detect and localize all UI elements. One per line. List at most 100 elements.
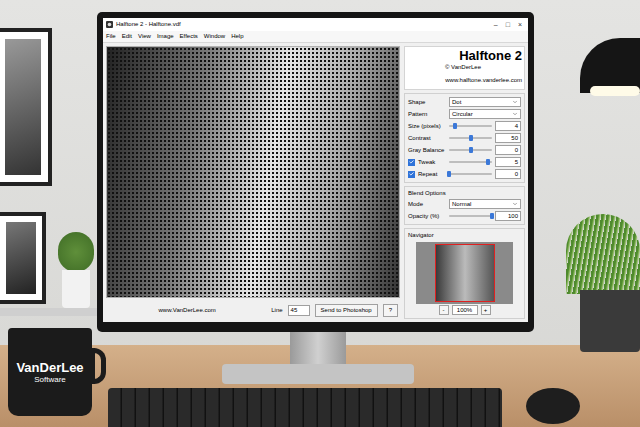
window-control[interactable]: □ bbox=[506, 20, 510, 29]
row-label: Contrast bbox=[408, 134, 446, 143]
row-label: Mode bbox=[408, 200, 446, 209]
slider-thumb[interactable] bbox=[453, 123, 457, 129]
slider-row: Opacity (%) 100 bbox=[408, 210, 521, 222]
panel-copyright: © VanDerLee bbox=[405, 63, 481, 72]
row-label: Shape bbox=[408, 98, 446, 107]
menu-bar: File Edit View Image Effects Window Help bbox=[103, 31, 528, 43]
slider-thumb[interactable] bbox=[469, 147, 473, 153]
lamp bbox=[580, 38, 640, 93]
row-label: Pattern bbox=[408, 110, 446, 119]
app-window: Halftone 2 - Halftone.vdf–□ × File Edit View… bbox=[103, 18, 528, 322]
menu-item[interactable]: Image bbox=[157, 32, 174, 41]
keyboard[interactable] bbox=[108, 388, 502, 427]
group-title: Blend Options bbox=[408, 189, 521, 198]
slider[interactable] bbox=[449, 134, 492, 142]
status-button[interactable]: ? bbox=[383, 304, 398, 317]
navigator-preview bbox=[416, 242, 513, 304]
app-icon bbox=[106, 21, 113, 28]
value-field[interactable]: 0 bbox=[495, 145, 521, 155]
dropdown-value: Dot bbox=[452, 98, 461, 106]
slider[interactable] bbox=[449, 158, 492, 166]
dropdown[interactable]: Dot bbox=[449, 97, 521, 107]
navigator-frame[interactable] bbox=[435, 244, 495, 302]
dropdown-row: Pattern Circular bbox=[408, 108, 521, 120]
window-title: Halftone 2 - Halftone.vdf bbox=[116, 20, 494, 29]
window-control[interactable]: – bbox=[494, 20, 498, 29]
lamp-glow bbox=[590, 86, 640, 96]
dropdown[interactable]: Normal bbox=[449, 199, 521, 209]
row-label: Size (pixels) bbox=[408, 122, 446, 131]
chevron-down-icon bbox=[512, 111, 518, 117]
title-bar: Halftone 2 - Halftone.vdf–□ × bbox=[103, 18, 528, 31]
menu-item[interactable]: Window bbox=[204, 32, 225, 41]
slider-thumb[interactable] bbox=[486, 159, 490, 165]
status-button[interactable]: Send to Photoshop bbox=[315, 304, 378, 317]
mug-subtitle: Software bbox=[34, 375, 66, 385]
blend-group: Blend Options Mode Normal Opacity (%) 100 bbox=[404, 186, 525, 225]
mouse[interactable] bbox=[526, 388, 580, 424]
plant-pot bbox=[580, 290, 640, 352]
menu-item[interactable]: Effects bbox=[180, 32, 198, 41]
panel-title: Halftone 2 bbox=[459, 49, 522, 63]
menu-item[interactable]: View bbox=[138, 32, 151, 41]
mug: VanDerLeeSoftware bbox=[8, 328, 92, 416]
body: www.VanDerLee.comLine45Send to Photoshop… bbox=[103, 43, 528, 322]
chevron-down-icon bbox=[512, 201, 518, 207]
panel-header: Halftone 2© VanDerLee www.halftone.vander… bbox=[404, 46, 525, 90]
zoom-out-button[interactable]: - bbox=[439, 305, 449, 315]
zoom-field[interactable]: 100% bbox=[452, 305, 478, 315]
slider-row: Size (pixels) 4 bbox=[408, 120, 521, 132]
slider[interactable] bbox=[449, 170, 492, 178]
website-link[interactable]: www.VanDerLee.com bbox=[108, 306, 266, 315]
line-label: Line bbox=[271, 306, 282, 315]
row-label: Tweak bbox=[418, 158, 446, 167]
navigator-group: Navigator -100%+ bbox=[404, 228, 525, 319]
menu-item[interactable]: File bbox=[106, 32, 116, 41]
chevron-down-icon bbox=[512, 99, 518, 105]
small-plant bbox=[58, 232, 94, 272]
mug-handle bbox=[90, 348, 106, 384]
value-field[interactable]: 5 bbox=[495, 157, 521, 167]
slider-thumb[interactable] bbox=[490, 213, 494, 219]
panel-url: www.halftone.vanderlee.com bbox=[445, 76, 522, 85]
value-field[interactable]: 50 bbox=[495, 133, 521, 143]
value-field[interactable]: 0 bbox=[495, 169, 521, 179]
group-title: Navigator bbox=[408, 231, 521, 240]
slider-row: Repeat0 bbox=[408, 168, 521, 180]
dropdown[interactable]: Circular bbox=[449, 109, 521, 119]
wall-frame bbox=[0, 212, 46, 304]
dropdown-row: Shape Dot bbox=[408, 96, 521, 108]
dropdown-value: Normal bbox=[452, 200, 471, 208]
small-pot bbox=[62, 270, 90, 308]
menu-item[interactable]: Help bbox=[231, 32, 243, 41]
zoom-in-button[interactable]: + bbox=[481, 305, 491, 315]
slider[interactable] bbox=[449, 122, 492, 130]
mug-brand: VanDerLee bbox=[16, 360, 83, 375]
menu-item[interactable]: Edit bbox=[122, 32, 132, 41]
slider-thumb[interactable] bbox=[447, 171, 451, 177]
slider[interactable] bbox=[449, 146, 492, 154]
row-label: Gray Balance bbox=[408, 146, 446, 155]
window-control[interactable]: × bbox=[518, 20, 522, 29]
canvas-column: www.VanDerLee.com Line 45 Send to Photoshop… bbox=[106, 46, 400, 319]
monitor-base bbox=[222, 364, 414, 384]
dropdown-row: Mode Normal bbox=[408, 198, 521, 210]
slider-thumb[interactable] bbox=[469, 135, 473, 141]
slider-track bbox=[449, 215, 492, 217]
checkbox[interactable] bbox=[408, 171, 415, 178]
window-controls: –□ × bbox=[494, 20, 525, 29]
line-field[interactable]: 45 bbox=[288, 305, 310, 316]
row-label: Opacity (%) bbox=[408, 212, 446, 221]
value-field[interactable]: 4 bbox=[495, 121, 521, 131]
slider-track bbox=[449, 173, 492, 175]
checkbox[interactable] bbox=[408, 159, 415, 166]
dropdown-value: Circular bbox=[452, 110, 473, 118]
zoom-bar: -100%+ bbox=[408, 304, 521, 316]
slider[interactable] bbox=[449, 212, 492, 220]
check-icon bbox=[409, 159, 414, 165]
shelf bbox=[0, 308, 100, 316]
value-field[interactable]: 100 bbox=[495, 211, 521, 221]
status-bar: www.VanDerLee.com Line 45 Send to Photoshop… bbox=[106, 301, 400, 319]
slider-row: Contrast 50 bbox=[408, 132, 521, 144]
plant bbox=[566, 214, 640, 294]
